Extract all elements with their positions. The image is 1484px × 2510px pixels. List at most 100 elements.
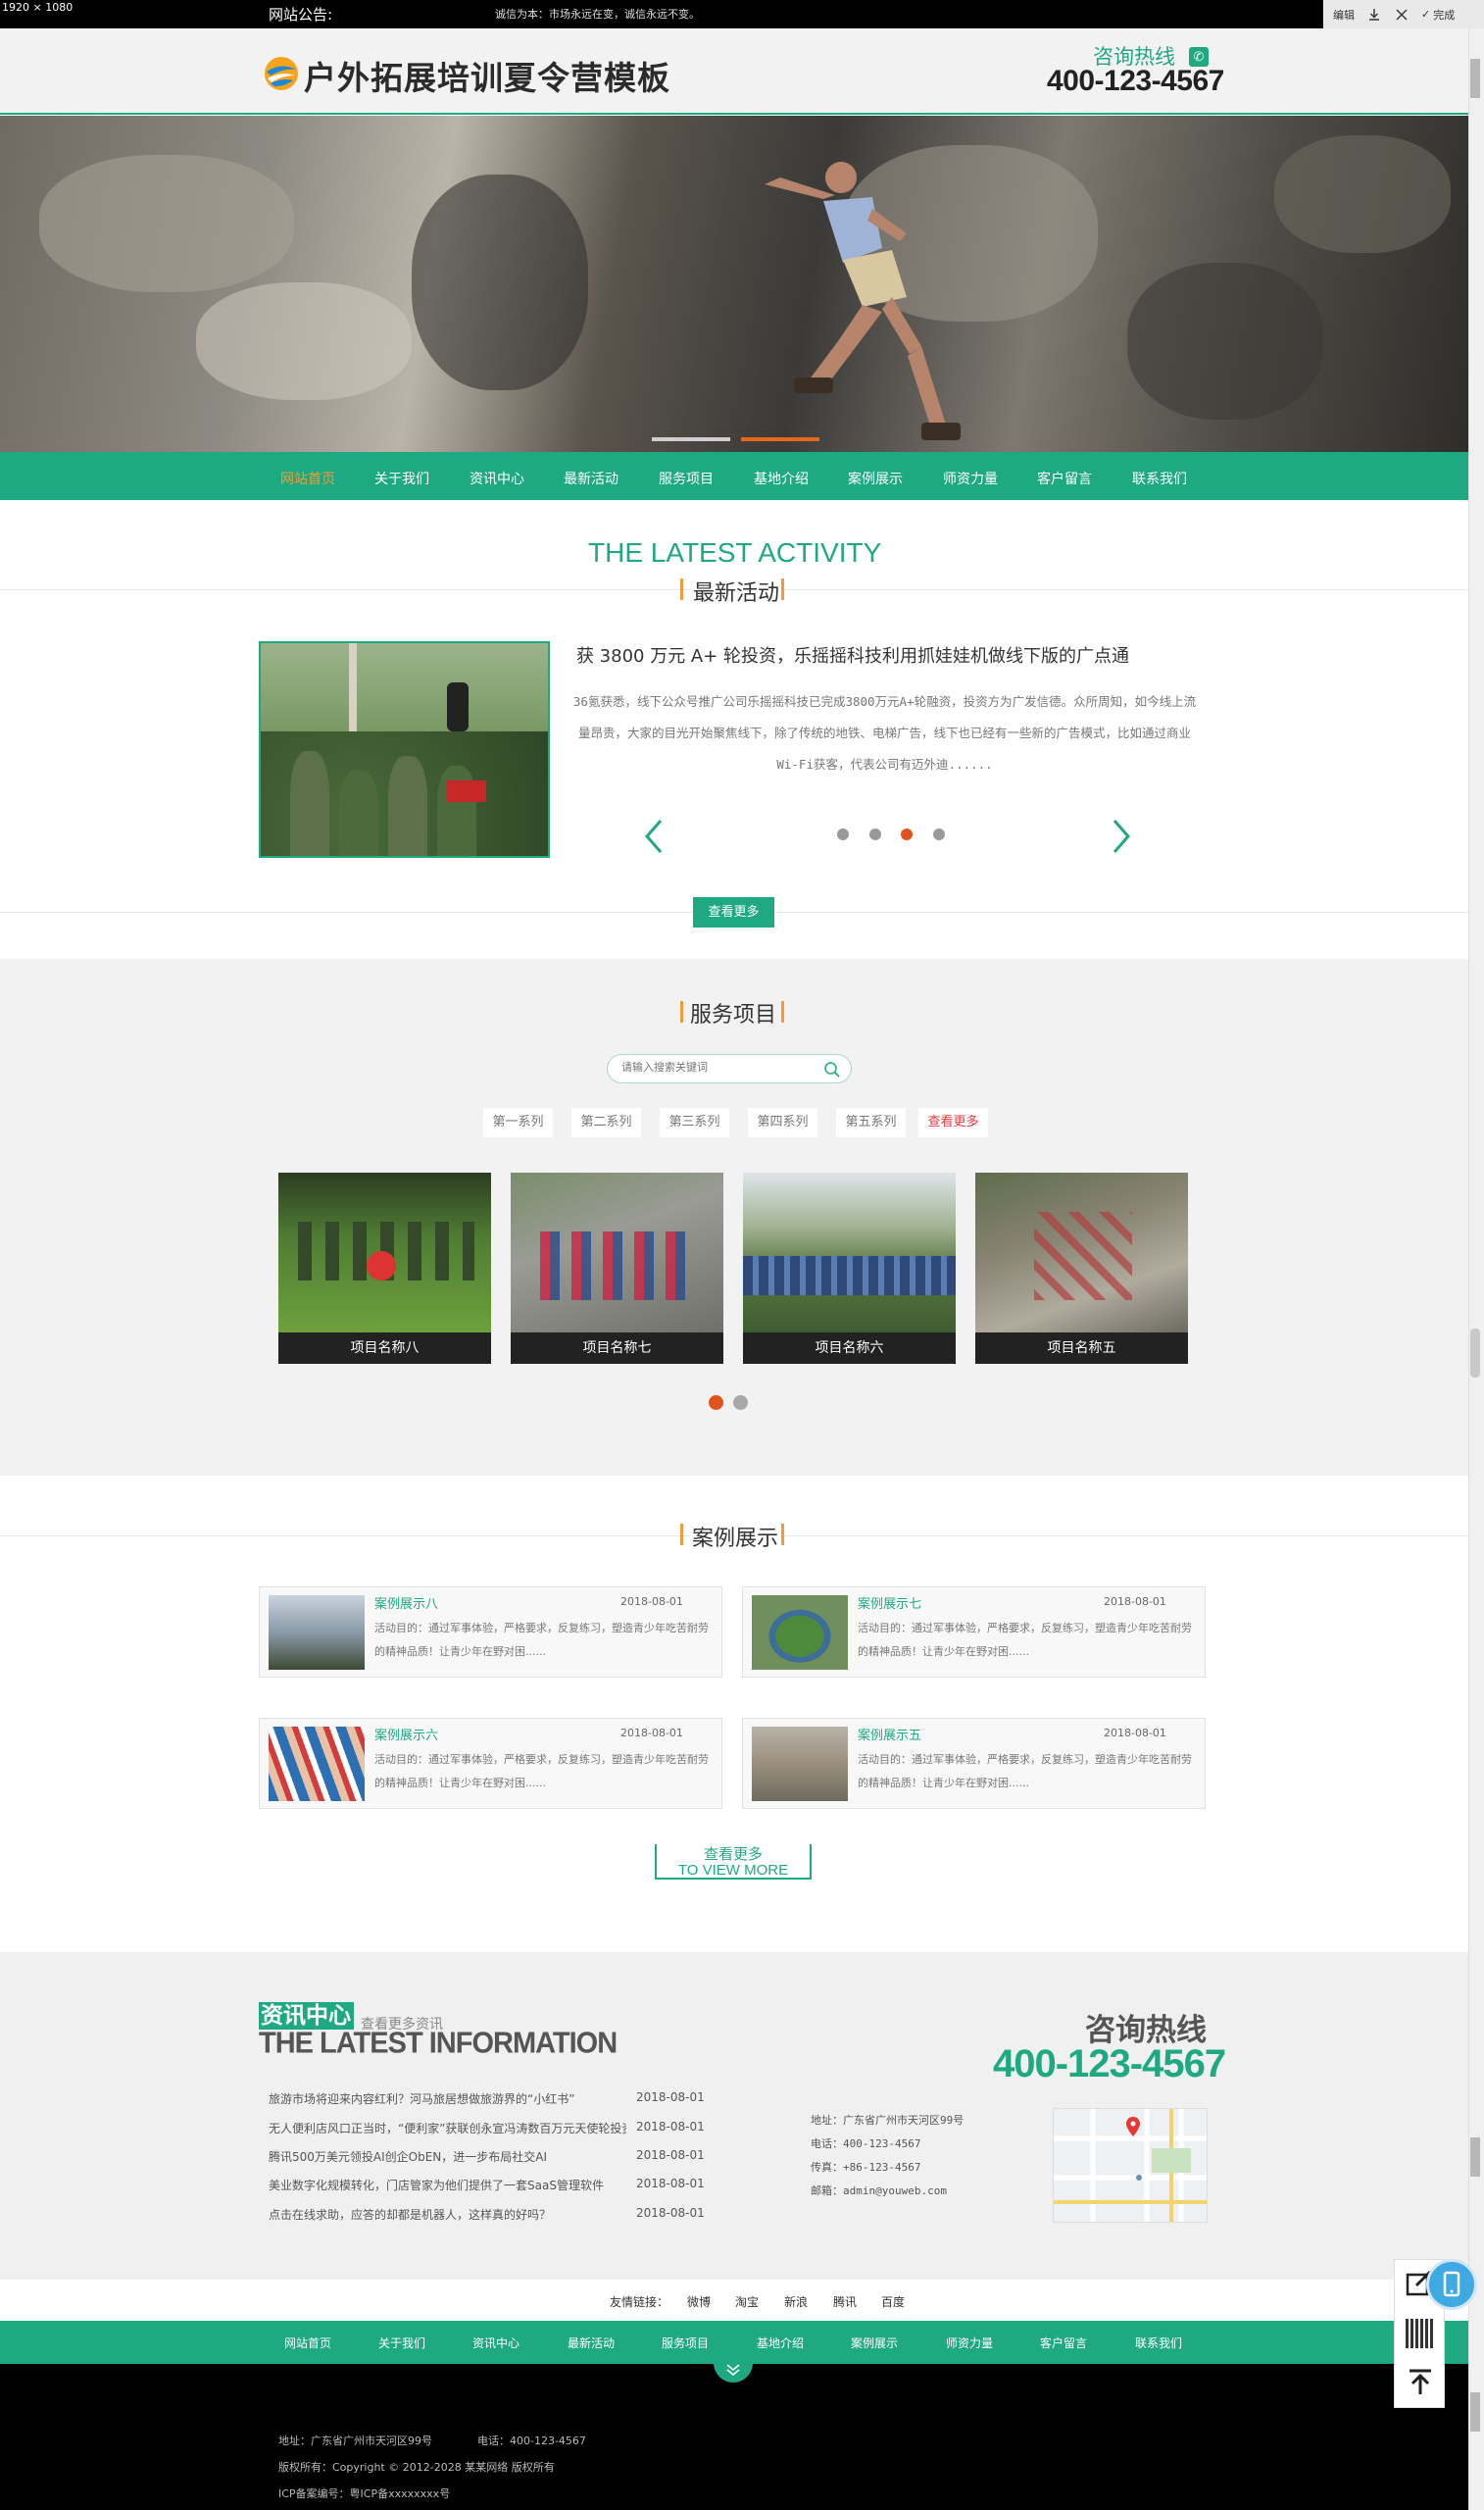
nav-item-cases[interactable]: 案例展示: [848, 469, 903, 488]
footer-nav-about[interactable]: 关于我们: [378, 2334, 425, 2351]
tab-series-2[interactable]: 第二系列: [571, 1108, 641, 1137]
nav-item-home[interactable]: 网站首页: [280, 469, 335, 488]
slide-indicator-2[interactable]: [741, 437, 819, 441]
service-image: [278, 1173, 491, 1332]
activity-more-button[interactable]: 查看更多: [693, 897, 774, 928]
news-item[interactable]: 美业数字化规模转化，门店管家为他们提供了一套SaaS管理软件: [269, 2177, 626, 2193]
service-dot-1[interactable]: [709, 1395, 723, 1410]
footer-nav-home[interactable]: 网站首页: [284, 2334, 331, 2351]
case-title[interactable]: 案例展示五: [858, 1725, 921, 1743]
logo-icon[interactable]: [263, 55, 300, 92]
friend-link[interactable]: 腾讯: [833, 2293, 857, 2310]
activity-prev-arrow[interactable]: [639, 817, 670, 856]
service-dot-2[interactable]: [733, 1395, 748, 1410]
tab-series-4[interactable]: 第四系列: [748, 1108, 817, 1137]
service-label: 项目名称六: [743, 1332, 956, 1364]
title-bar-right: [781, 1001, 784, 1023]
chevron-down-icon: [725, 2363, 741, 2380]
edit-button[interactable]: 编辑: [1333, 7, 1355, 23]
case-card[interactable]: 案例展示五 2018-08-01 活动目的：通过军事体验，严格要求，反复练习，塑…: [742, 1718, 1206, 1809]
hotline-number: 400-123-4567: [1047, 65, 1224, 97]
footer-nav-news[interactable]: 资讯中心: [472, 2334, 519, 2351]
case-description: 活动目的：通过军事体验，严格要求，反复练习，塑造青少年吃苦耐劳的精神品质！让青少…: [858, 1622, 1192, 1658]
activity-dot-1[interactable]: [837, 828, 849, 840]
nav-item-messages[interactable]: 客户留言: [1037, 469, 1092, 488]
footer-nav-services[interactable]: 服务项目: [662, 2334, 709, 2351]
case-title[interactable]: 案例展示八: [374, 1593, 438, 1612]
case-thumbnail: [752, 1595, 848, 1670]
scrollbar-thumb[interactable]: [1470, 1329, 1480, 1378]
activity-dot-4[interactable]: [933, 828, 945, 840]
news-item[interactable]: 无人便利店风口正当时，“便利家”获联创永宣冯涛数百万元天使轮投资: [269, 2120, 626, 2136]
friend-link[interactable]: 新浪: [784, 2293, 808, 2310]
footer-nav-contact[interactable]: 联系我们: [1135, 2334, 1182, 2351]
service-card[interactable]: 项目名称八: [278, 1173, 491, 1364]
case-title[interactable]: 案例展示七: [858, 1593, 921, 1612]
nav-item-contact[interactable]: 联系我们: [1132, 469, 1187, 488]
nav-item-base[interactable]: 基地介绍: [754, 469, 809, 488]
news-item[interactable]: 点击在线求助，应答的却都是机器人，这样真的好吗？: [269, 2206, 626, 2223]
notice-label: 网站公告:: [269, 6, 333, 24]
footer-nav-base[interactable]: 基地介绍: [757, 2334, 804, 2351]
nav-item-teachers[interactable]: 师资力量: [943, 469, 998, 488]
service-label: 项目名称七: [511, 1332, 723, 1364]
download-icon[interactable]: [1366, 7, 1382, 23]
slide-indicator-1[interactable]: [652, 437, 730, 441]
tab-series-5[interactable]: 第五系列: [836, 1108, 906, 1137]
case-description: 活动目的：通过军事体验，严格要求，反复练习，塑造青少年吃苦耐劳的精神品质！让青少…: [374, 1753, 709, 1789]
service-label: 项目名称八: [278, 1332, 491, 1364]
news-item[interactable]: 腾讯500万美元领投AI创企ObEN，进一步布局社交AI: [269, 2148, 626, 2165]
friend-link[interactable]: 百度: [881, 2293, 905, 2310]
activity-next-arrow[interactable]: [1105, 817, 1136, 856]
close-icon[interactable]: [1394, 7, 1410, 23]
edit-toolbar: 编辑 ✓ 完成: [1323, 0, 1484, 28]
service-label: 项目名称五: [975, 1332, 1188, 1364]
search-icon[interactable]: [823, 1061, 841, 1079]
tab-series-3[interactable]: 第三系列: [660, 1108, 729, 1137]
friend-link[interactable]: 淘宝: [735, 2293, 759, 2310]
location-map[interactable]: [1053, 2108, 1208, 2223]
case-thumbnail: [269, 1727, 365, 1801]
service-card[interactable]: 项目名称七: [511, 1173, 723, 1364]
nav-item-services[interactable]: 服务项目: [659, 469, 714, 488]
activity-dot-2[interactable]: [869, 828, 881, 840]
footer-nav-messages[interactable]: 客户留言: [1040, 2334, 1087, 2351]
back-to-top-icon[interactable]: [1407, 2368, 1434, 2400]
service-card[interactable]: 项目名称六: [743, 1173, 956, 1364]
info-section: [0, 1952, 1468, 2280]
footer-nav-teachers[interactable]: 师资力量: [946, 2334, 993, 2351]
nav-item-about[interactable]: 关于我们: [374, 469, 429, 488]
case-thumbnail: [269, 1595, 365, 1670]
tab-view-more[interactable]: 查看更多: [918, 1108, 988, 1137]
search-input[interactable]: [621, 1061, 817, 1074]
nav-item-activities[interactable]: 最新活动: [564, 469, 618, 488]
activity-image[interactable]: [259, 641, 550, 858]
top-notice-bar: [0, 0, 1484, 28]
activity-title-cn: 最新活动: [690, 576, 783, 607]
nav-item-news[interactable]: 资讯中心: [470, 469, 524, 488]
qr-code-icon[interactable]: [1406, 2319, 1435, 2348]
footer-nav-activities[interactable]: 最新活动: [568, 2334, 615, 2351]
case-title[interactable]: 案例展示六: [374, 1725, 438, 1743]
check-icon: ✓: [1421, 8, 1431, 21]
done-button[interactable]: ✓ 完成: [1421, 7, 1455, 23]
footer-nav-cases[interactable]: 案例展示: [851, 2334, 898, 2351]
scrollbar-marker: [1470, 2392, 1480, 2432]
service-card[interactable]: 项目名称五: [975, 1173, 1188, 1364]
mobile-icon[interactable]: [1426, 2259, 1477, 2310]
case-card[interactable]: 案例展示七 2018-08-01 活动目的：通过军事体验，严格要求，反复练习，塑…: [742, 1586, 1206, 1678]
activity-headline[interactable]: 获 3800 万元 A+ 轮投资，乐摇摇科技利用抓娃娃机做线下版的广点通: [510, 642, 1196, 668]
footer-address: 地址：广东省广州市天河区99号: [278, 2435, 432, 2447]
activity-dot-3[interactable]: [901, 828, 913, 840]
viewport-size-label: 1920 × 1080: [2, 1, 74, 14]
case-card[interactable]: 案例展示八 2018-08-01 活动目的：通过军事体验，严格要求，反复练习，塑…: [259, 1586, 722, 1678]
case-card[interactable]: 案例展示六 2018-08-01 活动目的：通过军事体验，严格要求，反复练习，塑…: [259, 1718, 722, 1809]
site-title[interactable]: 户外拓展培训夏令营模板: [304, 52, 670, 99]
news-item[interactable]: 旅游市场将迎来内容红利？河马旅居想做旅游界的“小红书”: [269, 2090, 626, 2107]
friend-link[interactable]: 微博: [687, 2293, 711, 2310]
tab-series-1[interactable]: 第一系列: [483, 1108, 553, 1137]
hero-banner[interactable]: [0, 116, 1468, 452]
case-thumbnail: [752, 1727, 848, 1801]
site-footer: 地址：广东省广州市天河区99号 电话：400-123-4567 版权所有：Cop…: [0, 2364, 1468, 2510]
cases-more-button[interactable]: 查看更多 TO VIEW MORE: [655, 1844, 812, 1880]
